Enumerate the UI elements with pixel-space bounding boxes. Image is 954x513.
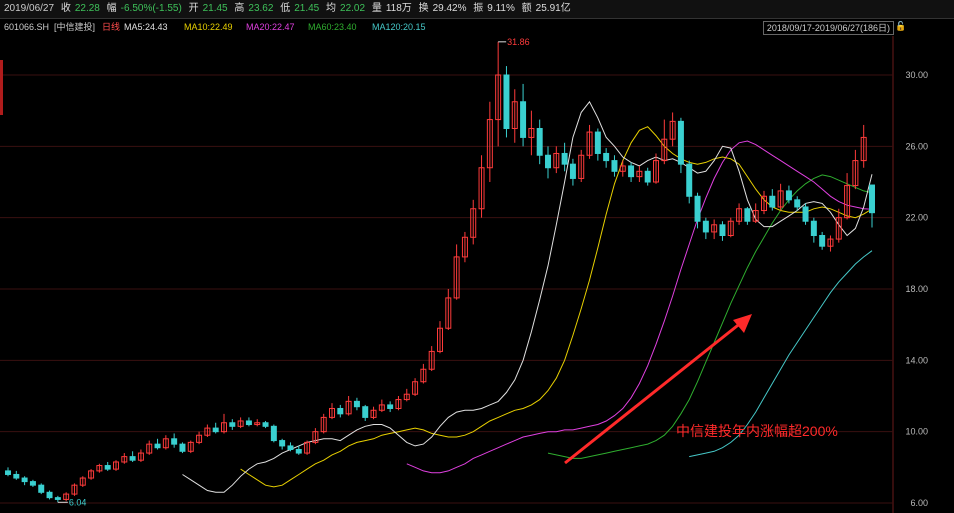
- candle-body: [628, 165, 635, 178]
- candle-body: [21, 477, 28, 483]
- candle-body: [353, 400, 360, 408]
- y-tick-label: 14.00: [905, 355, 928, 365]
- candle-body: [104, 465, 111, 470]
- candle-body: [702, 220, 709, 233]
- y-tick-label: 26.00: [905, 141, 928, 151]
- candle-body: [13, 473, 20, 479]
- y-tick-label: 18.00: [905, 284, 928, 294]
- candle-body: [154, 443, 161, 449]
- low-price-label: 6.04: [69, 497, 87, 507]
- candle-body: [5, 470, 11, 475]
- candle-body: [212, 427, 219, 433]
- candle-body: [503, 74, 510, 129]
- candle-body: [171, 438, 178, 445]
- annotation-text: 中信建投年内涨幅超200%: [676, 423, 838, 439]
- candle-body: [569, 163, 576, 179]
- candle-body: [744, 208, 751, 222]
- candle-body: [545, 154, 551, 169]
- candle-body: [337, 407, 344, 415]
- candle-body: [38, 484, 45, 493]
- candle-body: [869, 184, 875, 214]
- candle-body: [229, 422, 236, 427]
- candle-body: [54, 497, 61, 500]
- candle-body: [46, 491, 53, 499]
- candle-body: [279, 440, 286, 447]
- candle-body: [594, 131, 601, 154]
- candle-body: [536, 128, 543, 156]
- y-tick-label: 22.00: [905, 213, 928, 223]
- candle-body: [262, 422, 269, 427]
- candle-body: [611, 160, 618, 172]
- y-tick-label: 10.00: [905, 427, 928, 437]
- candle-body: [29, 481, 36, 486]
- candle-body: [520, 101, 527, 138]
- candle-body: [677, 120, 684, 165]
- candle-body: [686, 163, 693, 197]
- candle-body: [295, 449, 302, 454]
- candle-body: [270, 425, 277, 442]
- annotation-arrow-head: [733, 314, 752, 333]
- candle-body: [387, 404, 394, 409]
- y-tick-label: 6.00: [910, 498, 928, 508]
- candle-body: [794, 199, 801, 208]
- candle-body: [802, 206, 809, 222]
- candle-body: [810, 220, 817, 237]
- high-price-label: 31.86: [507, 37, 530, 47]
- candle-body: [785, 190, 792, 201]
- candle-body: [129, 456, 136, 461]
- candle-body: [362, 406, 369, 418]
- candle-body: [769, 195, 776, 208]
- left-edge-marker: [0, 60, 3, 115]
- candle-body: [179, 443, 186, 452]
- candle-body: [819, 235, 826, 247]
- candle-body: [694, 195, 701, 222]
- candle-body: [287, 445, 294, 450]
- candle-body: [603, 152, 610, 162]
- candle-body: [644, 170, 651, 183]
- candle-body: [719, 224, 726, 237]
- candlestick-chart[interactable]: 30.00 26.00 22.00 18.00 14.00 10.00 6.00 31.86 6…: [0, 0, 954, 513]
- y-tick-label: 30.00: [905, 70, 928, 80]
- candle-body: [561, 152, 568, 165]
- candle-body: [245, 420, 252, 426]
